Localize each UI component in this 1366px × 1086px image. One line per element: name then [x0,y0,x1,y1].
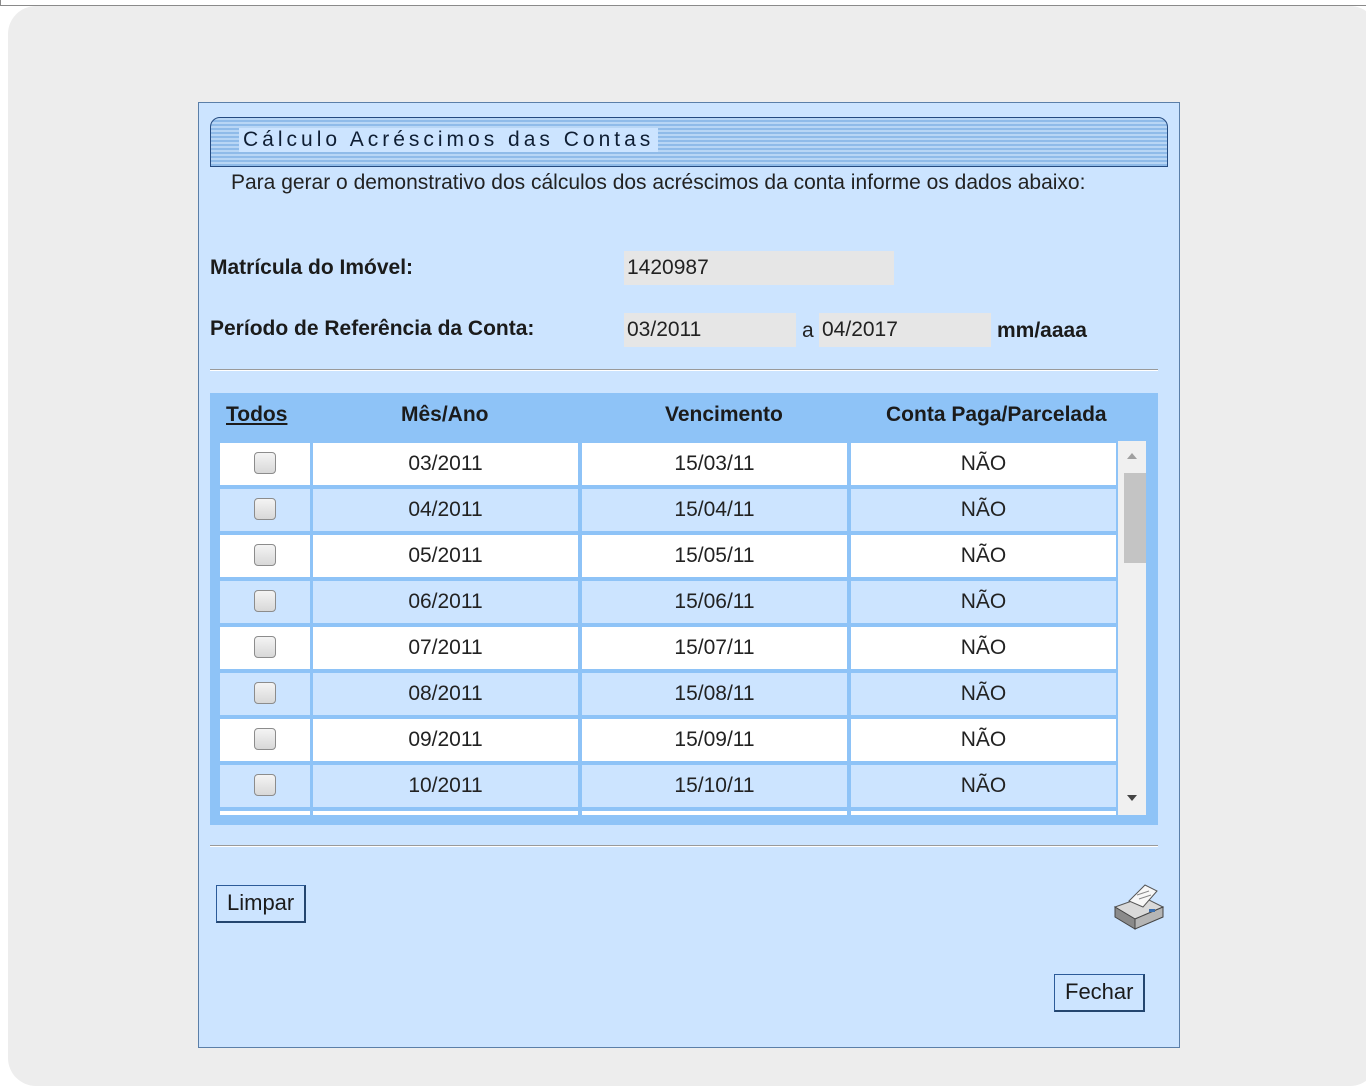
printer-icon[interactable] [1105,879,1165,931]
fechar-button[interactable]: Fechar [1054,974,1146,1012]
panel-title: Cálculo Acréscimos das Contas [239,128,659,152]
row-checkbox[interactable] [254,543,276,566]
partial-cell [851,811,1116,815]
row-checkbox[interactable] [254,635,276,658]
vencimento-cell: 15/03/11 [582,443,847,485]
conta-paga-cell: NÃO [851,535,1116,577]
contas-grid: Todos Mês/Ano Vencimento Conta Paga/Parc… [210,393,1158,825]
matricula-field[interactable]: 1420987 [624,251,894,285]
table-row: 05/2011 15/05/11 NÃO [220,533,1116,579]
row-checkbox[interactable] [254,773,276,796]
vencimento-cell: 15/10/11 [582,765,847,807]
panel-title-bar: Cálculo Acréscimos das Contas [210,117,1168,167]
row-checkbox[interactable] [254,497,276,520]
periodo-label: Período de Referência da Conta: [210,317,535,340]
vencimento-cell: 15/08/11 [582,673,847,715]
mes-ano-cell: 07/2011 [313,627,578,669]
mes-ano-cell: 03/2011 [313,443,578,485]
conta-paga-cell: NÃO [851,719,1116,761]
vencimento-cell: 15/06/11 [582,581,847,623]
header-mes-ano: Mês/Ano [401,403,489,426]
periodo-format-hint: mm/aaaa [997,319,1087,342]
todos-link[interactable]: Todos [226,403,287,427]
row-select-cell [220,489,310,531]
row-checkbox[interactable] [254,589,276,612]
row-select-cell [220,673,310,715]
grid-scrollbar[interactable] [1118,441,1146,815]
conta-paga-cell: NÃO [851,443,1116,485]
row-select-cell [220,535,310,577]
table-row: 04/2011 15/04/11 NÃO [220,487,1116,533]
conta-paga-cell: NÃO [851,489,1116,531]
table-row: 08/2011 15/08/11 NÃO [220,671,1116,717]
periodo-inicio-field[interactable]: 03/2011 [624,313,796,347]
periodo-separator: a [802,319,814,342]
matricula-label: Matrícula do Imóvel: [210,256,414,279]
scrollbar-thumb[interactable] [1124,473,1146,563]
divider-top [210,369,1158,371]
partial-cell [582,811,847,815]
mes-ano-cell: 04/2011 [313,489,578,531]
conta-paga-cell: NÃO [851,673,1116,715]
vencimento-cell: 15/09/11 [582,719,847,761]
conta-paga-cell: NÃO [851,765,1116,807]
row-select-cell [220,765,310,807]
intro-text: Para gerar o demonstrativo dos cálculos … [231,171,1086,194]
header-conta-paga: Conta Paga/Parcelada [886,403,1107,426]
partial-cell [313,811,578,815]
mes-ano-cell: 10/2011 [313,765,578,807]
table-row-partial [220,809,1116,815]
table-row: 10/2011 15/10/11 NÃO [220,763,1116,809]
mes-ano-cell: 06/2011 [313,581,578,623]
mes-ano-cell: 08/2011 [313,673,578,715]
mes-ano-cell: 09/2011 [313,719,578,761]
calculo-panel: Cálculo Acréscimos das Contas Para gerar… [198,102,1180,1048]
mes-ano-cell: 05/2011 [313,535,578,577]
grid-header: Todos Mês/Ano Vencimento Conta Paga/Parc… [210,393,1158,439]
row-select-cell [220,581,310,623]
vencimento-cell: 15/07/11 [582,627,847,669]
header-vencimento: Vencimento [665,403,783,426]
row-checkbox[interactable] [254,451,276,474]
row-select-cell [220,627,310,669]
partial-cell [220,811,310,815]
vencimento-cell: 15/04/11 [582,489,847,531]
conta-paga-cell: NÃO [851,627,1116,669]
scroll-up-icon[interactable] [1126,451,1138,461]
table-row: 07/2011 15/07/11 NÃO [220,625,1116,671]
vencimento-cell: 15/05/11 [582,535,847,577]
row-select-cell [220,443,310,485]
scroll-down-icon[interactable] [1126,793,1138,803]
row-select-cell [220,719,310,761]
periodo-fim-field[interactable]: 04/2017 [819,313,991,347]
table-row: 06/2011 15/06/11 NÃO [220,579,1116,625]
grid-rows: 03/2011 15/03/11 NÃO 04/2011 15/04/11 NÃO 05/2… [220,441,1146,815]
row-checkbox[interactable] [254,727,276,750]
limpar-button[interactable]: Limpar [216,885,307,923]
conta-paga-cell: NÃO [851,581,1116,623]
table-row: 03/2011 15/03/11 NÃO [220,441,1116,487]
row-checkbox[interactable] [254,681,276,704]
table-row: 09/2011 15/09/11 NÃO [220,717,1116,763]
divider-bottom [210,845,1158,847]
